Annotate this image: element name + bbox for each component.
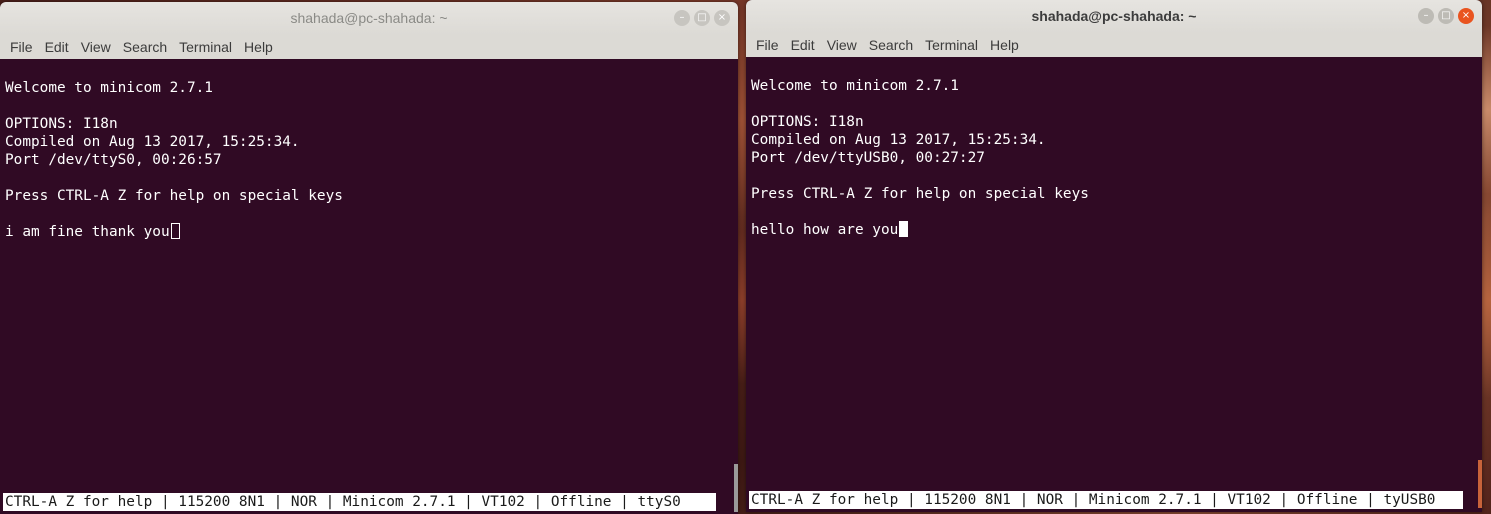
terminal-window-left[interactable]: shahada@pc-shahada: ~ – □ × File Edit Vi… [0, 2, 738, 514]
menu-help[interactable]: Help [238, 39, 279, 55]
terminal-area[interactable]: Welcome to minicom 2.7.1 OPTIONS: I18n C… [0, 59, 738, 514]
window-controls: – □ × [1418, 8, 1474, 24]
menu-file[interactable]: File [750, 37, 785, 53]
menu-edit[interactable]: Edit [39, 39, 75, 55]
menu-view[interactable]: View [821, 37, 863, 53]
terminal-line: Compiled on Aug 13 2017, 15:25:34. [5, 134, 300, 150]
menu-edit[interactable]: Edit [785, 37, 821, 53]
scrollbar[interactable] [1478, 460, 1482, 508]
terminal-line: Welcome to minicom 2.7.1 [751, 78, 959, 94]
minicom-status-bar: CTRL-A Z for help | 115200 8N1 | NOR | M… [3, 493, 716, 511]
terminal-area[interactable]: Welcome to minicom 2.7.1 OPTIONS: I18n C… [746, 57, 1482, 512]
terminal-line: Port /dev/ttyS0, 00:26:57 [5, 152, 222, 168]
terminal-line: OPTIONS: I18n [751, 114, 864, 130]
close-button[interactable]: × [1458, 8, 1474, 24]
typed-text: hello how are you [751, 222, 899, 238]
minicom-status-bar: CTRL-A Z for help | 115200 8N1 | NOR | M… [749, 491, 1463, 509]
close-button[interactable]: × [714, 10, 730, 26]
terminal-input-line[interactable]: hello how are you [751, 221, 1089, 239]
menu-search[interactable]: Search [117, 39, 173, 55]
terminal-line: OPTIONS: I18n [5, 116, 118, 132]
menu-terminal[interactable]: Terminal [173, 39, 238, 55]
minimize-button[interactable]: – [1418, 8, 1434, 24]
menu-help[interactable]: Help [984, 37, 1025, 53]
window-controls: – □ × [674, 10, 730, 26]
title-bar[interactable]: shahada@pc-shahada: ~ – □ × [0, 2, 738, 35]
terminal-window-right[interactable]: shahada@pc-shahada: ~ – □ × File Edit Vi… [746, 0, 1482, 512]
terminal-line: Press CTRL-A Z for help on special keys [751, 186, 1089, 202]
terminal-input-line[interactable]: i am fine thank you [5, 223, 343, 241]
menu-file[interactable]: File [4, 39, 39, 55]
terminal-output: Welcome to minicom 2.7.1 OPTIONS: I18n C… [751, 77, 1089, 239]
terminal-output: Welcome to minicom 2.7.1 OPTIONS: I18n C… [5, 79, 343, 241]
menu-bar: File Edit View Search Terminal Help [746, 33, 1482, 57]
menu-search[interactable]: Search [863, 37, 919, 53]
window-title: shahada@pc-shahada: ~ [290, 10, 448, 26]
maximize-button[interactable]: □ [694, 10, 710, 26]
minimize-button[interactable]: – [674, 10, 690, 26]
terminal-line: Press CTRL-A Z for help on special keys [5, 188, 343, 204]
maximize-button[interactable]: □ [1438, 8, 1454, 24]
terminal-line: Port /dev/ttyUSB0, 00:27:27 [751, 150, 985, 166]
title-bar[interactable]: shahada@pc-shahada: ~ – □ × [746, 0, 1482, 33]
text-cursor [899, 221, 909, 237]
menu-bar: File Edit View Search Terminal Help [0, 35, 738, 59]
window-title: shahada@pc-shahada: ~ [1031, 8, 1197, 24]
terminal-line: Welcome to minicom 2.7.1 [5, 80, 213, 96]
scrollbar[interactable] [734, 464, 738, 512]
menu-terminal[interactable]: Terminal [919, 37, 984, 53]
menu-view[interactable]: View [75, 39, 117, 55]
typed-text: i am fine thank you [5, 224, 170, 240]
text-cursor [170, 223, 180, 239]
terminal-line: Compiled on Aug 13 2017, 15:25:34. [751, 132, 1046, 148]
